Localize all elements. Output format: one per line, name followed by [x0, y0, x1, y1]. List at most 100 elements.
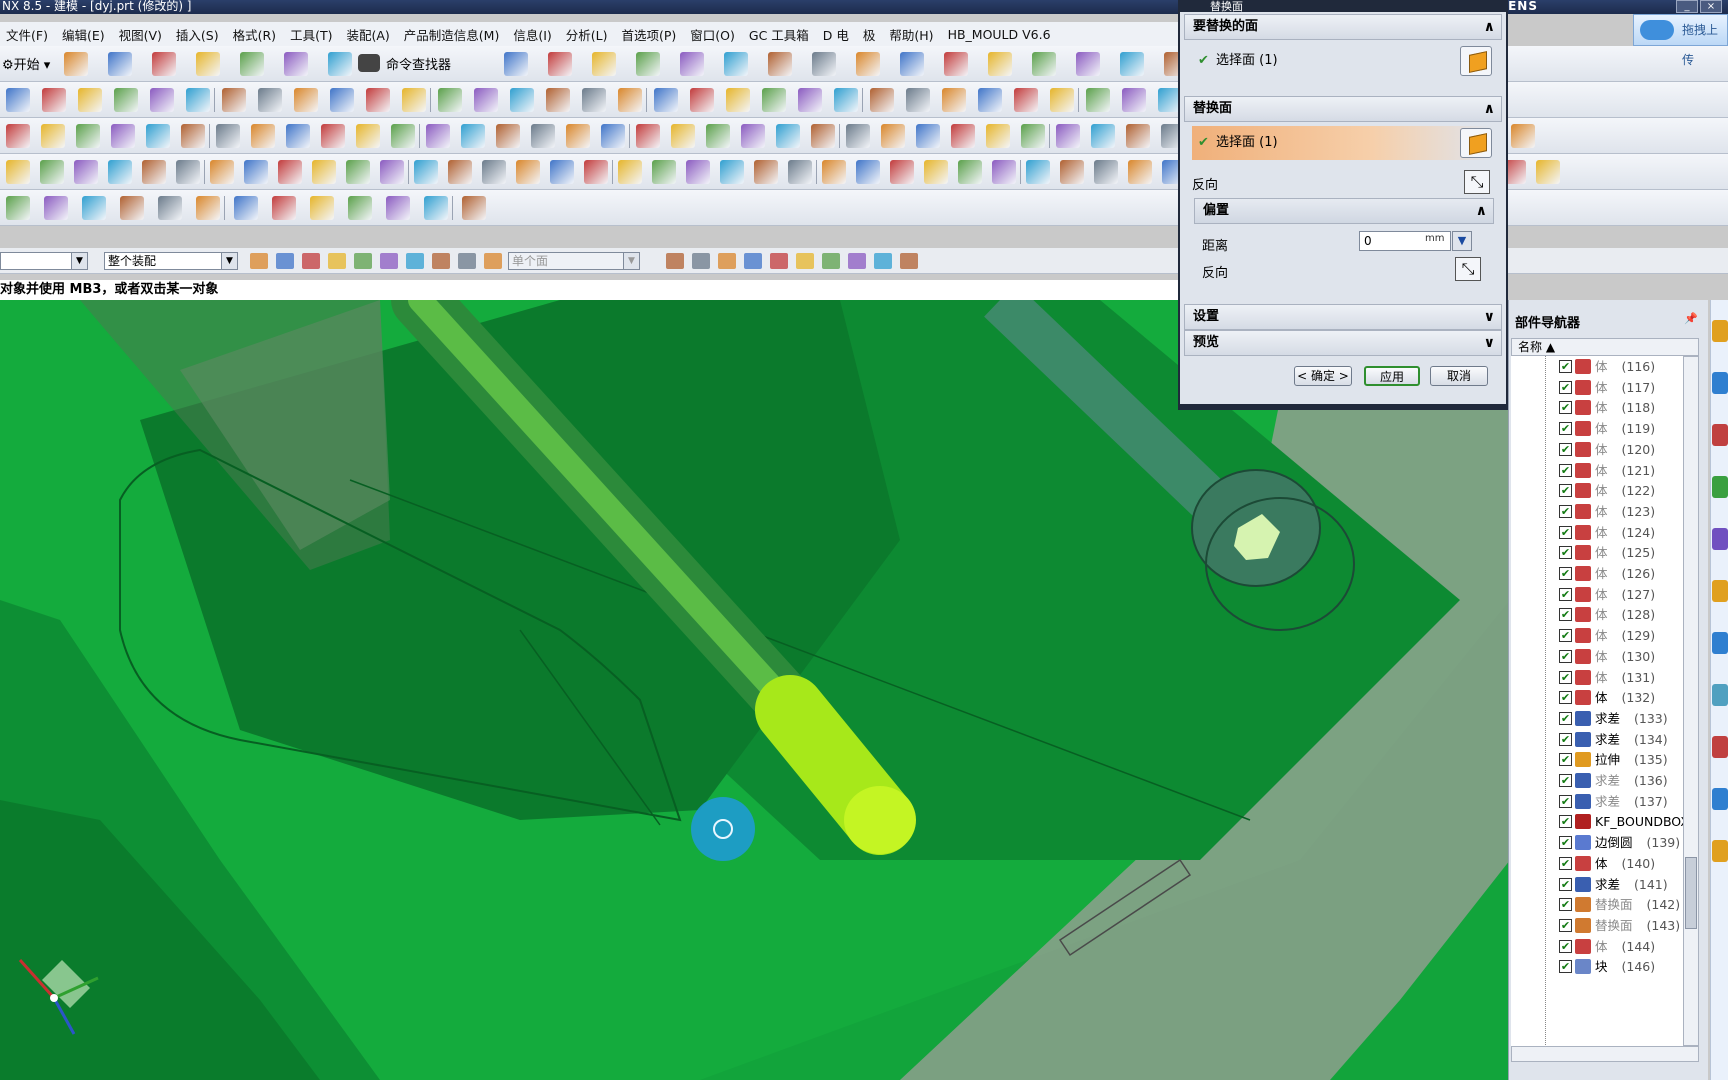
- toolbar-tool-icon[interactable]: [942, 88, 966, 112]
- toolbar-tool-icon[interactable]: [176, 160, 200, 184]
- toolbar-tool-icon[interactable]: [496, 124, 520, 148]
- graphics-window[interactable]: [0, 300, 1510, 1080]
- tree-node[interactable]: ✔ 替换面 (143): [1511, 915, 1683, 936]
- menu-item[interactable]: 装配(A): [340, 25, 397, 44]
- toolbar-tool-icon[interactable]: [251, 124, 275, 148]
- toolbar-tool-icon[interactable]: [768, 52, 792, 76]
- toolbar-tool-icon[interactable]: [811, 124, 835, 148]
- toolbar-tool-icon[interactable]: [1536, 160, 1560, 184]
- visibility-checkbox[interactable]: ✔: [1559, 504, 1572, 518]
- toolbar-tool-icon[interactable]: [988, 52, 1012, 76]
- toolbar-tool-icon[interactable]: [900, 52, 924, 76]
- ok-button[interactable]: < 确定 >: [1294, 366, 1352, 386]
- toolbar-tool-icon[interactable]: [426, 124, 450, 148]
- toolbar-tool-icon[interactable]: [114, 88, 138, 112]
- pin-icon[interactable]: 📌: [1684, 312, 1698, 325]
- toolbar-tool-icon[interactable]: [548, 52, 572, 76]
- toolbar-tool-icon[interactable]: [754, 160, 778, 184]
- menu-item[interactable]: 产品制造信息(M): [398, 25, 508, 44]
- toolbar-tool-icon[interactable]: [278, 160, 302, 184]
- selection-filter-icon[interactable]: [744, 253, 762, 269]
- toolbar-tool-icon[interactable]: [186, 88, 210, 112]
- visibility-checkbox[interactable]: ✔: [1559, 691, 1572, 705]
- toolbar-tool-icon[interactable]: [1091, 124, 1115, 148]
- toolbar-tool-icon[interactable]: [550, 160, 574, 184]
- visibility-checkbox[interactable]: ✔: [1559, 360, 1572, 373]
- tree-node[interactable]: ✔ 块 (146): [1511, 956, 1683, 977]
- visibility-checkbox[interactable]: ✔: [1559, 649, 1572, 663]
- toolbar-tool-icon[interactable]: [741, 124, 765, 148]
- tree-node[interactable]: ✔ 体 (140): [1511, 853, 1683, 874]
- visibility-checkbox[interactable]: ✔: [1559, 546, 1572, 560]
- toolbar-tool-icon[interactable]: [636, 52, 660, 76]
- toolbar-tool-icon[interactable]: [618, 160, 642, 184]
- visibility-checkbox[interactable]: ✔: [1559, 836, 1572, 850]
- toolbar-tool-icon[interactable]: [258, 88, 282, 112]
- visibility-checkbox[interactable]: ✔: [1559, 960, 1572, 974]
- toolbar-tool-icon[interactable]: [216, 124, 240, 148]
- toolbar-tool-icon[interactable]: [671, 124, 695, 148]
- toolbar-tool-icon[interactable]: [312, 160, 336, 184]
- tree-node[interactable]: ✔ 替换面 (142): [1511, 894, 1683, 915]
- visibility-checkbox[interactable]: ✔: [1559, 422, 1572, 436]
- tree-node[interactable]: ✔ 体 (120): [1511, 439, 1683, 460]
- visibility-checkbox[interactable]: ✔: [1559, 939, 1572, 953]
- model-view[interactable]: [0, 300, 1510, 1080]
- toolbar-tool-icon[interactable]: [328, 52, 352, 76]
- start-menu-button[interactable]: ⚙开始 ▾: [2, 54, 50, 73]
- toolbar-tool-icon[interactable]: [690, 88, 714, 112]
- tree-node[interactable]: ✔ 体 (116): [1511, 356, 1683, 377]
- toolbar-tool-icon[interactable]: [108, 160, 132, 184]
- toolbar-tool-icon[interactable]: [798, 88, 822, 112]
- toolbar-tool-icon[interactable]: [592, 52, 616, 76]
- toolbar-tool-icon[interactable]: [181, 124, 205, 148]
- toolbar-tool-icon[interactable]: [788, 160, 812, 184]
- toolbar-tool-icon[interactable]: [414, 160, 438, 184]
- selection-filter-icon[interactable]: [302, 253, 320, 269]
- tree-node[interactable]: ✔ KF_BOUNDBOX: [1511, 811, 1683, 832]
- tree-node[interactable]: ✔ 边倒圆 (139): [1511, 832, 1683, 853]
- name-column-header[interactable]: 名称 ▲: [1511, 338, 1699, 356]
- selection-filter-icon[interactable]: [848, 253, 866, 269]
- toolbar-tool-icon[interactable]: [856, 52, 880, 76]
- toolbar-tool-icon[interactable]: [150, 88, 174, 112]
- selection-filter-icon[interactable]: [796, 253, 814, 269]
- toolbar-tool-icon[interactable]: [210, 160, 234, 184]
- toolbar-tool-icon[interactable]: [462, 196, 486, 220]
- toolbar-tool-icon[interactable]: [720, 160, 744, 184]
- toolbar-tool-icon[interactable]: [234, 196, 258, 220]
- resource-tab-icon[interactable]: [1712, 476, 1728, 498]
- toolbar-tool-icon[interactable]: [108, 52, 132, 76]
- menu-item[interactable]: 文件(F): [0, 25, 56, 44]
- menu-item[interactable]: GC 工具箱: [743, 25, 817, 44]
- visibility-checkbox[interactable]: ✔: [1559, 794, 1572, 808]
- visibility-checkbox[interactable]: ✔: [1559, 753, 1572, 767]
- menu-item[interactable]: 极: [857, 25, 884, 44]
- command-finder-button[interactable]: 命令查找器: [358, 54, 451, 73]
- preview-section[interactable]: 预览 ∨: [1184, 330, 1502, 356]
- tree-node[interactable]: ✔ 求差 (133): [1511, 708, 1683, 729]
- toolbar-tool-icon[interactable]: [636, 124, 660, 148]
- toolbar-tool-icon[interactable]: [272, 196, 296, 220]
- resource-tab-icon[interactable]: [1712, 684, 1728, 706]
- toolbar-tool-icon[interactable]: [546, 88, 570, 112]
- toolbar-tool-icon[interactable]: [158, 196, 182, 220]
- visibility-checkbox[interactable]: ✔: [1559, 629, 1572, 643]
- menu-item[interactable]: 信息(I): [507, 25, 559, 44]
- toolbar-tool-icon[interactable]: [402, 88, 426, 112]
- visibility-checkbox[interactable]: ✔: [1559, 732, 1572, 746]
- toolbar-tool-icon[interactable]: [924, 160, 948, 184]
- tree-node[interactable]: ✔ 体 (122): [1511, 480, 1683, 501]
- horizontal-scrollbar[interactable]: [1511, 1046, 1699, 1062]
- visibility-checkbox[interactable]: ✔: [1559, 711, 1572, 725]
- toolbar-tool-icon[interactable]: [321, 124, 345, 148]
- tree-node[interactable]: ✔ 求差 (136): [1511, 770, 1683, 791]
- visibility-checkbox[interactable]: ✔: [1559, 608, 1572, 622]
- selection-filter-icon[interactable]: [380, 253, 398, 269]
- toolbar-tool-icon[interactable]: [286, 124, 310, 148]
- toolbar-tool-icon[interactable]: [856, 160, 880, 184]
- selection-filter-icon[interactable]: [692, 253, 710, 269]
- toolbar-tool-icon[interactable]: [916, 124, 940, 148]
- visibility-checkbox[interactable]: ✔: [1559, 587, 1572, 601]
- toolbar-tool-icon[interactable]: [42, 88, 66, 112]
